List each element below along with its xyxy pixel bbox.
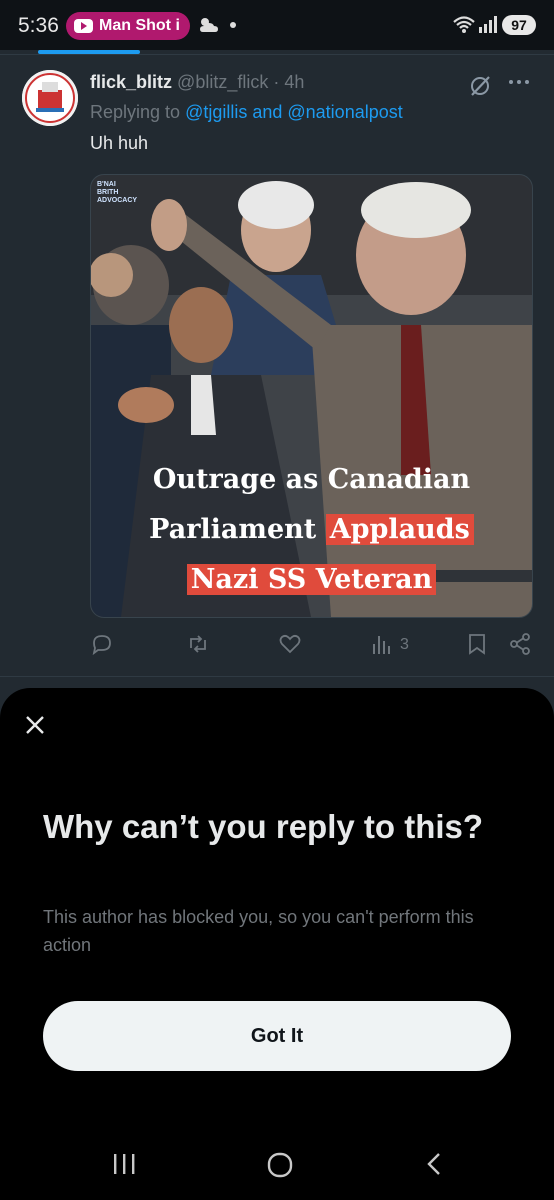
- header-separator: ·: [273, 72, 280, 92]
- battery-icon: 97: [502, 15, 536, 35]
- back-icon[interactable]: [424, 1151, 444, 1177]
- watermark-line: B'NAI: [97, 181, 116, 188]
- bookmark-icon[interactable]: [466, 632, 488, 656]
- wifi-icon: [453, 16, 475, 33]
- more-options-icon[interactable]: [508, 78, 530, 86]
- replying-to: Replying to @tjgillis and @nationalpost: [90, 102, 403, 123]
- signal-icon: [479, 16, 497, 33]
- caption-line-2-highlight: Applauds: [325, 514, 474, 545]
- screen-recording-pill[interactable]: Man Shot i: [66, 12, 190, 40]
- divider: [0, 676, 554, 677]
- reply-icon[interactable]: [90, 632, 114, 656]
- share-icon[interactable]: [508, 632, 532, 656]
- watermark-line: ADVOCACY: [97, 197, 138, 204]
- caption-line-1: Outrage as Canadian: [152, 464, 471, 495]
- replying-prefix: Replying to: [90, 102, 181, 122]
- caption-line-3: Nazi SS Veteran: [91, 555, 532, 605]
- avatar-image: [22, 70, 78, 126]
- youtube-icon: [74, 19, 93, 33]
- recording-label: Man Shot i: [99, 17, 180, 34]
- status-bar: 5:36 Man Shot i 97: [0, 0, 554, 50]
- views-icon[interactable]: [372, 632, 392, 656]
- media-caption: Outrage as Canadian Parliament Applauds …: [91, 455, 532, 605]
- avatar[interactable]: [22, 70, 78, 126]
- tweet-time[interactable]: 4h: [284, 72, 304, 92]
- like-icon[interactable]: [278, 632, 302, 656]
- sheet-body: This author has blocked you, so you can'…: [43, 907, 474, 955]
- close-icon[interactable]: [24, 714, 46, 736]
- grok-icon[interactable]: [468, 73, 494, 99]
- recent-apps-icon[interactable]: [111, 1152, 137, 1176]
- sheet-title: Why can’t you reply to this?: [43, 808, 484, 845]
- replying-mentions[interactable]: @tjgillis and @nationalpost: [185, 102, 403, 122]
- notification-dot: [230, 22, 236, 28]
- media-watermark: B'NAI BRITH ADVOCACY: [97, 181, 137, 205]
- author-handle[interactable]: @blitz_flick: [177, 72, 268, 92]
- repost-icon[interactable]: [186, 632, 210, 656]
- weather-icon: [200, 18, 218, 32]
- watermark-line: BRITH: [97, 189, 119, 196]
- author-name[interactable]: flick_blitz: [90, 72, 172, 92]
- tweet-media[interactable]: B'NAI BRITH ADVOCACY Outrage as Canadian…: [90, 174, 533, 618]
- status-time: 5:36: [18, 14, 59, 37]
- caption-line-3-highlight: Nazi SS Veteran: [186, 564, 437, 595]
- tweet-text: Uh huh: [90, 133, 149, 153]
- caption-line-2: Parliament Applauds: [91, 505, 532, 555]
- got-it-button[interactable]: Got It: [43, 1001, 511, 1071]
- tweet-actions: 3: [90, 630, 535, 664]
- tweet-header: flick_blitz @blitz_flick · 4h: [90, 72, 304, 93]
- caption-line-2-plain: Parliament: [149, 514, 317, 545]
- views-count: 3: [400, 636, 409, 653]
- divider: [0, 54, 554, 55]
- home-icon[interactable]: [266, 1151, 294, 1179]
